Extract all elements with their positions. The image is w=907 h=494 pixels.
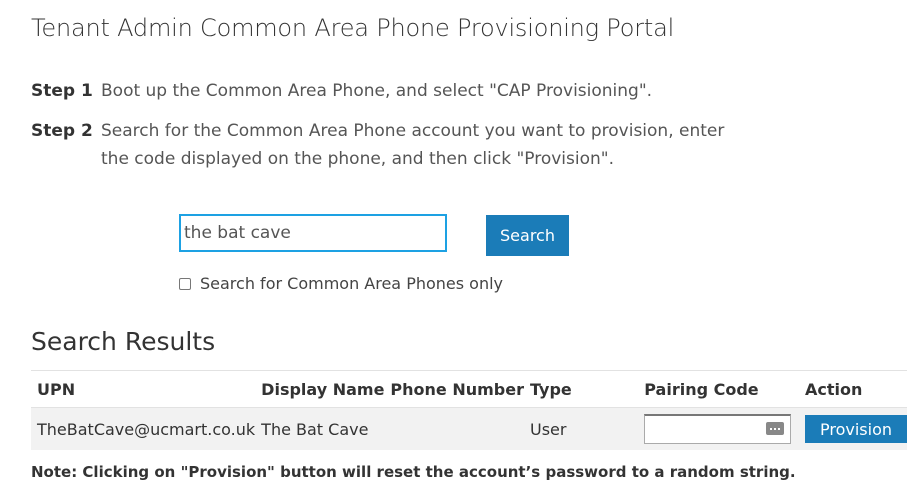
cap-only-checkbox-label: Search for Common Area Phones only — [200, 274, 504, 293]
provisioning-portal-page: Tenant Admin Common Area Phone Provision… — [0, 0, 907, 494]
table-row: TheBatCave@ucmart.co.uk The Bat Cave Use… — [31, 407, 907, 450]
step-2: Step 2 Search for the Common Area Phone a… — [31, 117, 724, 145]
step-2-label: Step 2 — [31, 121, 93, 141]
step-2-text-line2: the code displayed on the phone, and the… — [101, 149, 615, 169]
step-1: Step 1 Boot up the Common Area Phone, and… — [31, 77, 652, 105]
keypad-icon[interactable] — [766, 422, 785, 435]
provision-button[interactable]: Provision — [805, 415, 907, 443]
search-input[interactable] — [179, 214, 447, 252]
column-header-type: Type — [524, 370, 639, 408]
column-header-action: Action — [799, 370, 907, 408]
search-results-table: UPN Display Name Phone Number Type Pairi… — [31, 370, 907, 450]
table-header-row: UPN Display Name Phone Number Type Pairi… — [31, 370, 907, 408]
cell-display-name: The Bat Cave — [255, 407, 385, 450]
pairing-code-input[interactable] — [645, 416, 769, 442]
cell-action: Provision — [799, 407, 907, 450]
cell-pairing-code — [638, 407, 799, 450]
cap-only-checkbox[interactable] — [179, 277, 191, 290]
step-1-text: Boot up the Common Area Phone, and selec… — [101, 81, 653, 101]
search-results-heading: Search Results — [31, 327, 216, 356]
column-header-display-name: Display Name — [255, 370, 385, 408]
cap-only-checkbox-row[interactable]: Search for Common Area Phones only — [179, 274, 503, 293]
cell-upn: TheBatCave@ucmart.co.uk — [31, 407, 256, 450]
column-header-upn: UPN — [31, 370, 256, 408]
search-button[interactable]: Search — [486, 215, 569, 256]
column-header-pairing-code: Pairing Code — [638, 370, 799, 408]
page-title: Tenant Admin Common Area Phone Provision… — [31, 14, 675, 42]
cell-type: User — [524, 407, 639, 450]
step-2-text-line1: Search for the Common Area Phone account… — [101, 121, 725, 141]
step-1-label: Step 1 — [31, 81, 93, 101]
cell-phone-number — [384, 407, 524, 450]
provision-warning-note: Note: Clicking on "Provision" button wil… — [31, 463, 796, 481]
column-header-phone-number: Phone Number — [384, 370, 524, 408]
pairing-code-field[interactable] — [644, 414, 792, 444]
